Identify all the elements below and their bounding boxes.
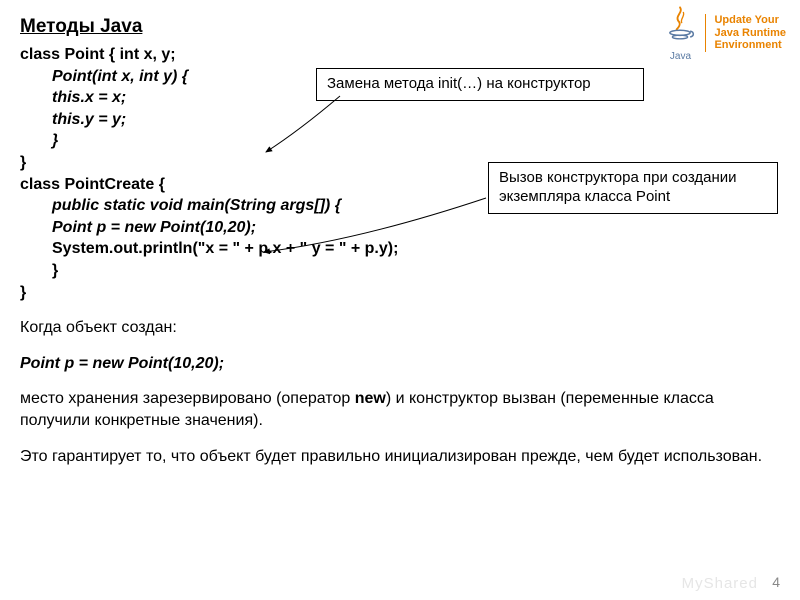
code-line: this.x = x; [20,87,126,109]
code-line: this.y = y; [20,109,126,131]
code-line: Point p = new Point(10,20); [20,217,256,239]
explain-storage: место хранения зарезервировано (оператор… [20,388,780,431]
java-logo: Java Update Your Java Runtime Environmen… [663,4,786,62]
java-icon: Java [663,4,697,62]
code-line: Point(int x, int y) { [20,66,188,88]
code-line: } [20,284,26,301]
code-line: class PointCreate { [20,176,165,193]
callout-constructor-replace: Замена метода init(…) на конструктор [316,68,644,101]
code-line: class Point { int x, y; [20,46,176,63]
explain-guarantee: Это гарантирует то, что объект будет пра… [20,446,780,468]
java-tag-3: Environment [714,39,786,52]
code-line: } [20,154,26,171]
slide: Java Update Your Java Runtime Environmen… [0,0,800,600]
explanation: Когда объект создан: Point p = new Point… [20,317,780,467]
code-line: } [20,260,58,282]
explain-code: Point p = new Point(10,20); [20,353,780,375]
code-line: public static void main(String args[]) { [20,195,341,217]
java-tagline: Update Your Java Runtime Environment [705,14,786,52]
explain-intro: Когда объект создан: [20,317,780,339]
callout-constructor-call: Вызов конструктора при создании экземпля… [488,162,778,214]
code-line: } [20,130,58,152]
code-line: System.out.println("x = " + p.x + " y = … [20,238,398,260]
java-label: Java [663,51,697,62]
watermark: MyShared [682,575,758,592]
page-number: 4 [772,574,780,590]
java-tag-1: Update Your [714,14,786,27]
java-tag-2: Java Runtime [714,27,786,40]
